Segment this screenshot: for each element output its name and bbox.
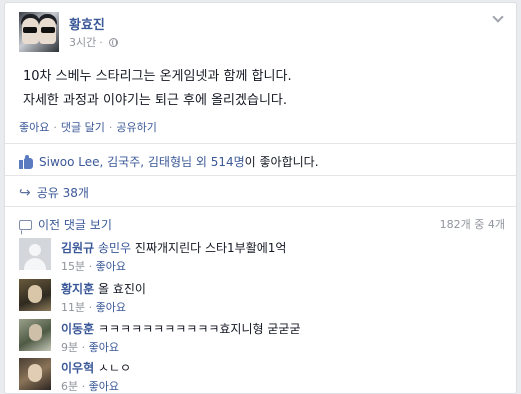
- separator-dot: ·: [53, 121, 57, 134]
- share-link[interactable]: 공유하기: [116, 121, 156, 134]
- post-body: 10차 스베누 스타리그는 온게임넷과 함께 합니다. 자세한 과정과 이야기는…: [23, 65, 292, 113]
- share-arrow-icon: ↪: [19, 184, 31, 201]
- post-meta: 3시간 ·: [69, 34, 118, 50]
- commenter-avatar[interactable]: [19, 358, 51, 390]
- separator-dot: ·: [88, 301, 93, 314]
- comment-time[interactable]: 15분: [61, 260, 85, 273]
- separator-dot: ·: [99, 35, 103, 49]
- post-line-2: 자세한 과정과 이야기는 퇴근 후에 올리겠습니다.: [23, 93, 287, 108]
- view-previous-link[interactable]: 이전 댓글 보기: [38, 216, 112, 233]
- comment-text: ㅋㅋㅋㅋㅋㅋㅋㅋㅋㅋㅋ효지니형 굳굳굳: [97, 322, 301, 336]
- like-link[interactable]: 좋아요: [19, 121, 49, 134]
- globe-icon: [108, 37, 118, 47]
- separator-dot: ·: [81, 341, 86, 354]
- likes-suffix: 이 좋아합니다.: [244, 155, 319, 169]
- commenter-name[interactable]: 이동훈: [61, 322, 94, 336]
- commenter-avatar[interactable]: [19, 238, 51, 270]
- author-avatar[interactable]: [19, 12, 59, 52]
- post-author[interactable]: 황효진: [69, 14, 105, 33]
- comment-like-link[interactable]: 좋아요: [96, 260, 126, 273]
- post-card: 황효진 3시간 · 10차 스베누 스타리그는 온게임넷과 함께 합니다. 자세…: [4, 2, 517, 394]
- commenter-name[interactable]: 김원규: [61, 241, 94, 255]
- post-actions: 좋아요 · 댓글 달기 · 공유하기: [19, 119, 157, 135]
- comment-item: 이동훈 ㅋㅋㅋㅋㅋㅋㅋㅋㅋㅋㅋ효지니형 굳굳굳 9분 · 좋아요: [19, 319, 509, 357]
- comment-bubble-icon: [19, 219, 32, 230]
- comment-link[interactable]: 댓글 달기: [61, 121, 105, 134]
- comment-count: 182개 중 4개: [439, 218, 505, 231]
- shares-summary[interactable]: ↪ 공유 38개: [19, 184, 89, 201]
- comment-item: 황지훈 올 효진이 11분 · 좋아요: [19, 279, 509, 317]
- likes-summary: Siwoo Lee, 김국주, 김태형님 외 514명이 좋아합니다.: [19, 153, 319, 170]
- view-previous-comments: 이전 댓글 보기 182개 중 4개: [19, 216, 505, 233]
- comment-text: 진짜개지린다 스타1부활에1억: [134, 241, 287, 255]
- comment-item: 이우혁 ㅅㄴㅇ 6분 · 좋아요: [19, 358, 509, 393]
- comment-like-link[interactable]: 좋아요: [89, 341, 119, 354]
- post-header: 황효진 3시간 ·: [19, 12, 499, 56]
- divider: [5, 143, 516, 144]
- separator-dot: ·: [88, 260, 93, 273]
- commenter-name[interactable]: 이우혁: [61, 361, 94, 375]
- comment-text: 올 효진이: [97, 282, 146, 296]
- divider: [5, 206, 516, 207]
- separator-dot: ·: [81, 380, 86, 393]
- shares-count[interactable]: 공유 38개: [37, 184, 89, 201]
- divider: [5, 175, 516, 176]
- comment-like-link[interactable]: 좋아요: [96, 301, 126, 314]
- separator-dot: ·: [108, 121, 113, 134]
- comment-time[interactable]: 6분: [61, 380, 78, 393]
- comment-like-link[interactable]: 좋아요: [89, 380, 119, 393]
- thumbs-up-icon: [19, 154, 33, 169]
- comment-item: 김원규 송민우 진짜개지린다 스타1부활에1억 15분 · 좋아요: [19, 238, 509, 276]
- post-timestamp[interactable]: 3시간: [69, 34, 96, 50]
- tagged-user[interactable]: 송민우: [98, 241, 131, 255]
- commenter-name[interactable]: 황지훈: [61, 282, 94, 296]
- comment-time[interactable]: 9분: [61, 341, 78, 354]
- commenter-avatar[interactable]: [19, 319, 51, 351]
- comment-text: ㅅㄴㅇ: [97, 361, 132, 375]
- comment-time[interactable]: 11분: [61, 301, 85, 314]
- post-line-1: 10차 스베누 스타리그는 온게임넷과 함께 합니다.: [23, 69, 292, 84]
- likers-link[interactable]: Siwoo Lee, 김국주, 김태형님 외 514명: [39, 155, 245, 169]
- commenter-avatar[interactable]: [19, 279, 51, 311]
